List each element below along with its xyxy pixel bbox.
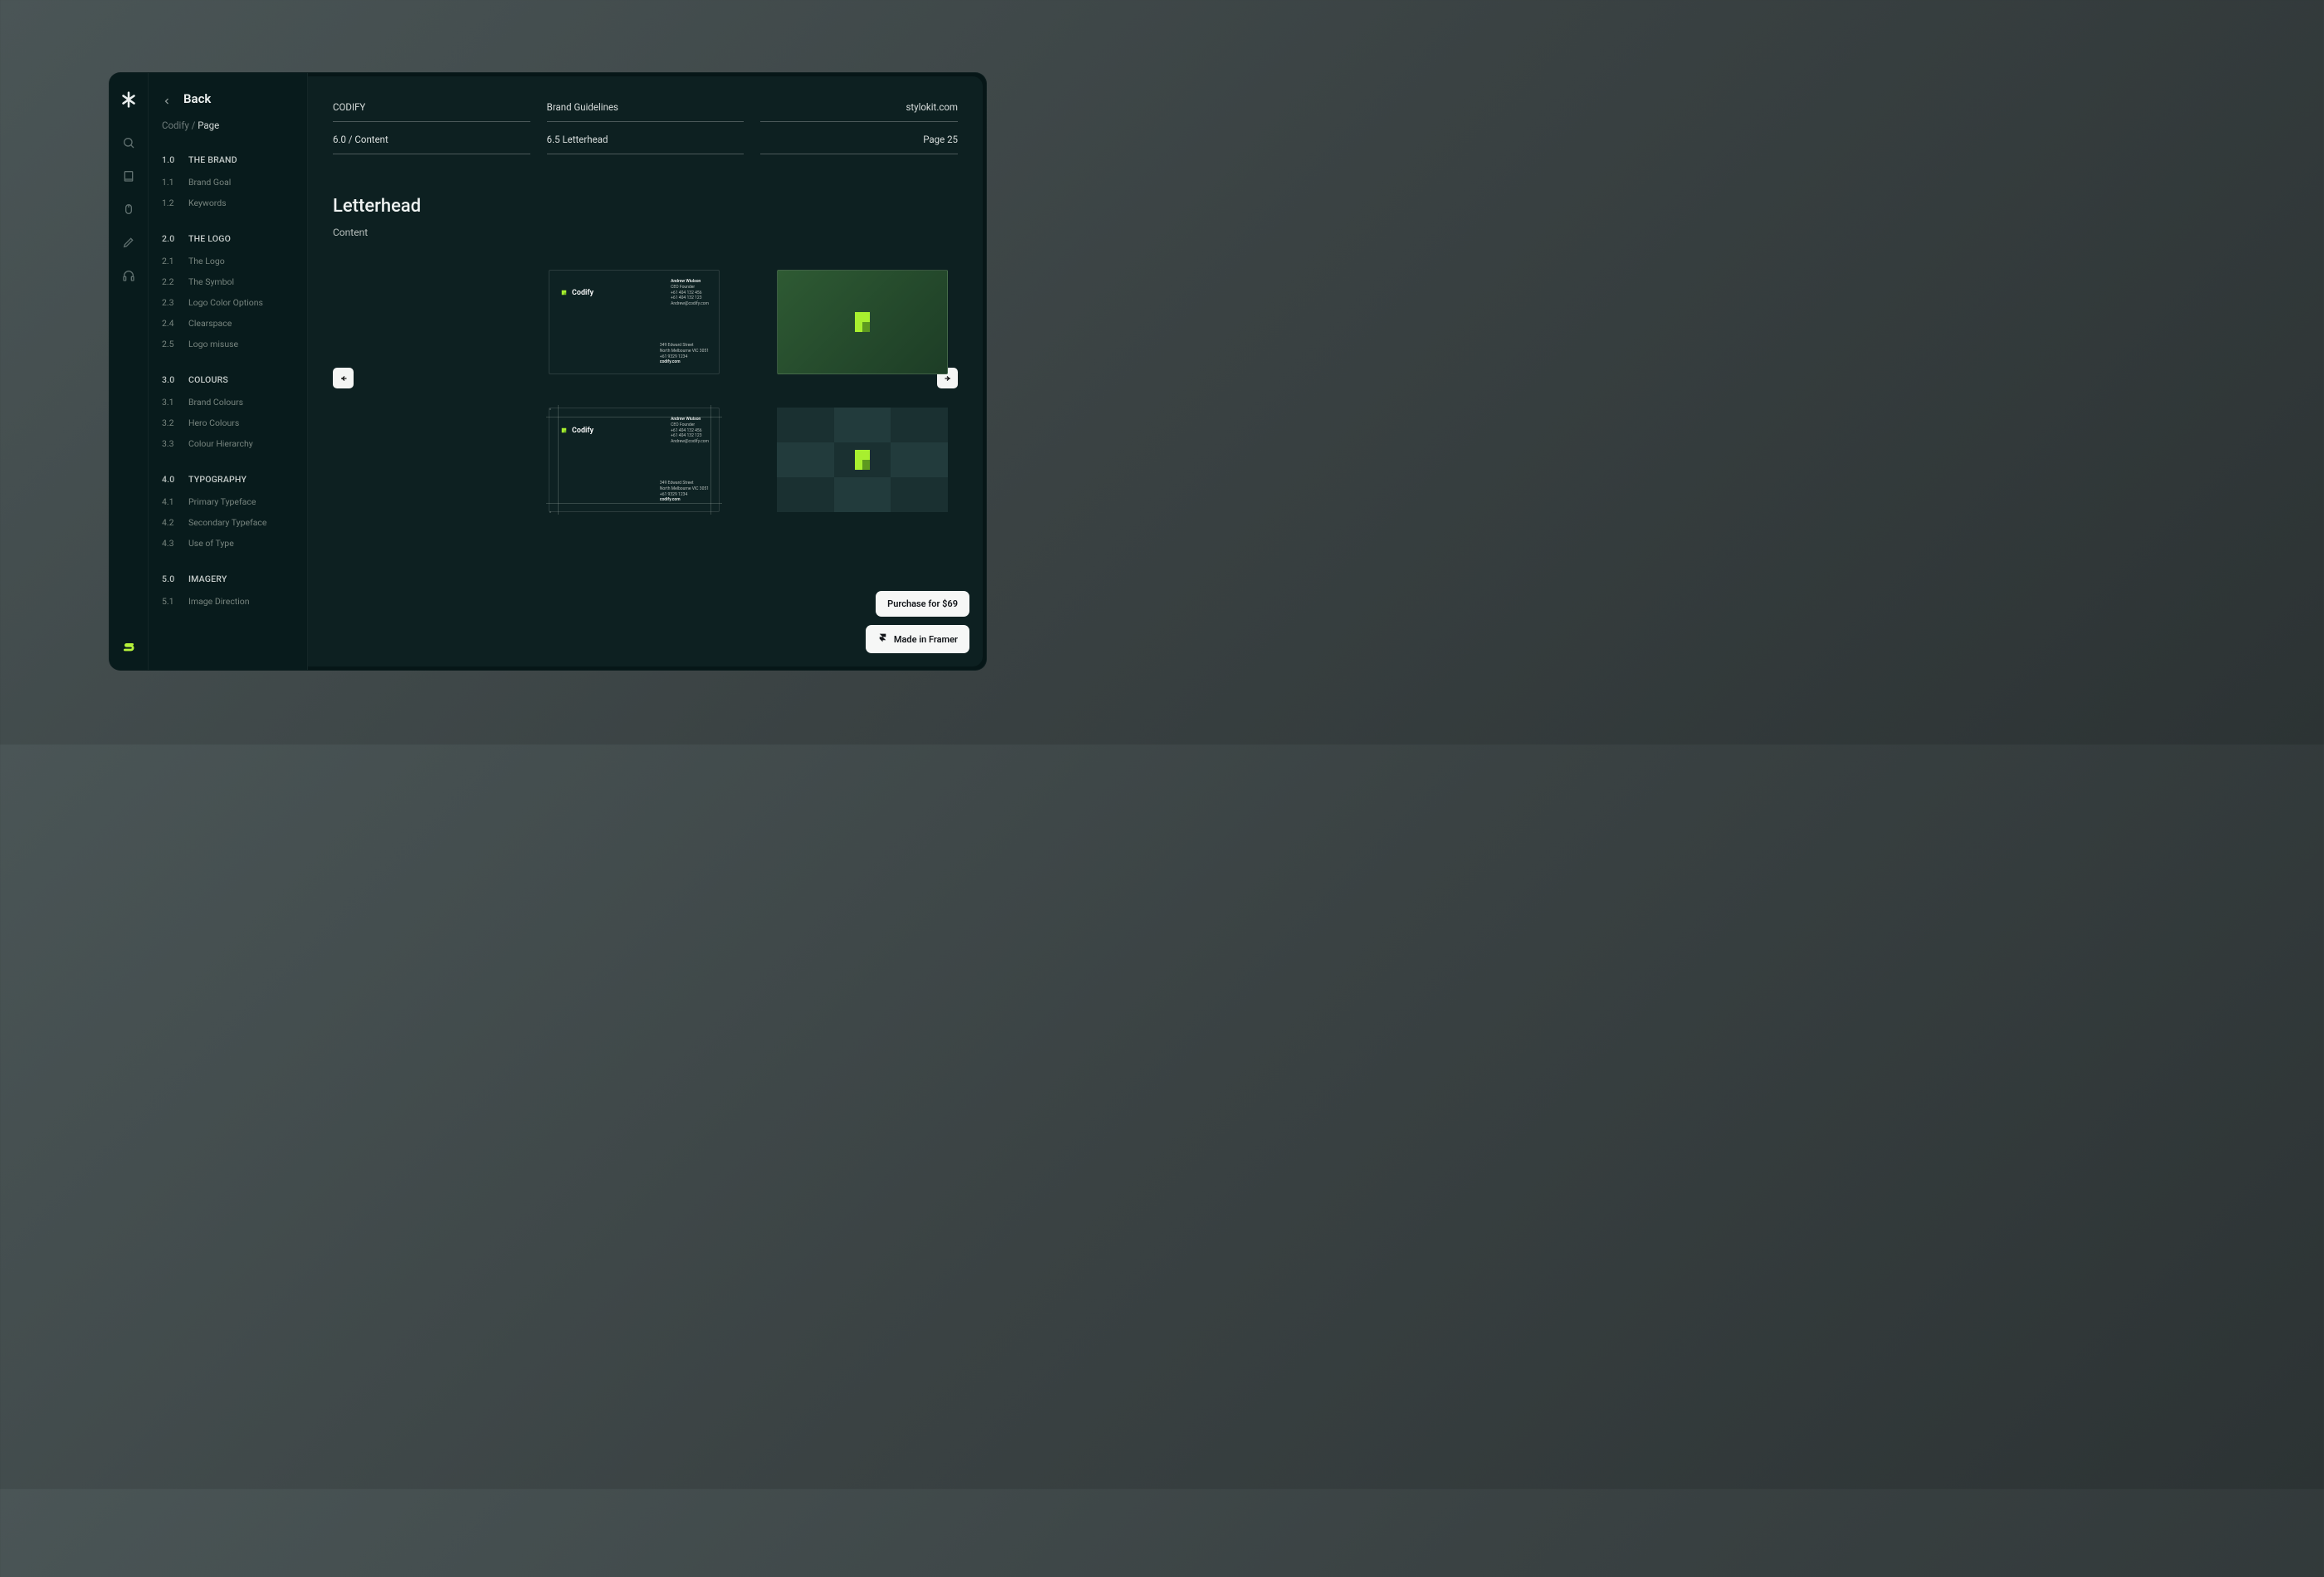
nav-item[interactable]: 3.1Brand Colours	[162, 397, 294, 408]
nav-item[interactable]: 2.3Logo Color Options	[162, 297, 294, 308]
header-subsection: 6.5 Letterhead	[547, 134, 745, 154]
card-brand: Codify	[559, 417, 593, 445]
nav-container: 1.0THE BRAND 1.1Brand Goal 1.2Keywords 2.0T…	[162, 154, 294, 632]
header-section: 6.0 / Content	[333, 134, 530, 154]
nav-item[interactable]: 3.3Colour Hierarchy	[162, 438, 294, 449]
nav-item[interactable]: 4.2Secondary Typeface	[162, 517, 294, 528]
card-brand: Codify	[559, 279, 593, 307]
breadcrumb-current: Page	[198, 120, 219, 131]
section-subtitle: Content	[333, 227, 958, 238]
nav-item[interactable]: 2.2The Symbol	[162, 276, 294, 287]
nav-item[interactable]: 3.2Hero Colours	[162, 417, 294, 428]
nav-item[interactable]: 5.1Image Direction	[162, 596, 294, 607]
nav-item[interactable]: 4.1Primary Typeface	[162, 496, 294, 507]
nav-item[interactable]: 2.1The Logo	[162, 256, 294, 266]
codify-mark-icon	[559, 426, 569, 435]
search-icon[interactable]	[122, 136, 135, 149]
prev-button[interactable]	[333, 368, 354, 388]
icon-rail	[110, 73, 149, 670]
asterisk-logo-icon	[120, 91, 137, 108]
nav-item[interactable]: 1.2Keywords	[162, 198, 294, 208]
breadcrumb: Codify / Page	[162, 120, 294, 131]
section-title: Letterhead	[333, 196, 958, 217]
header-page: Page 25	[760, 134, 958, 154]
card-contact: Andrew Wiulson CEO Founder +61 404 132 4…	[671, 279, 709, 307]
cards-area: Codify Andrew Wiulson CEO Founder +61 40…	[333, 261, 958, 552]
card-front-guides: Codify Andrew Wiulson CEO Founder +61 40…	[549, 408, 720, 512]
purchase-button[interactable]: Purchase for $69	[876, 591, 969, 617]
card-back-grid	[777, 408, 948, 512]
back-label: Back	[183, 91, 211, 106]
edit-icon[interactable]	[122, 236, 135, 249]
nav-section-head[interactable]: 1.0THE BRAND	[162, 154, 294, 165]
nav-section-head[interactable]: 2.0THE LOGO	[162, 233, 294, 244]
codify-mark-large-icon	[847, 307, 877, 337]
back-button[interactable]: Back	[162, 91, 294, 106]
framer-button[interactable]: Made in Framer	[866, 625, 969, 653]
header-brand: CODIFY	[333, 101, 530, 122]
header-title: Brand Guidelines	[547, 101, 745, 122]
headphones-icon[interactable]	[122, 269, 135, 282]
main-content: CODIFY Brand Guidelines stylokit.com 6.0…	[308, 76, 983, 666]
breadcrumb-root: Codify /	[162, 120, 198, 131]
card-back-green	[777, 270, 948, 374]
mouse-icon[interactable]	[122, 203, 135, 216]
sidebar: Back Codify / Page 1.0THE BRAND 1.1Brand …	[149, 73, 308, 670]
chevron-left-icon	[162, 94, 172, 104]
nav-section-head[interactable]: 5.0IMAGERY	[162, 574, 294, 584]
nav-section-head[interactable]: 3.0COLOURS	[162, 374, 294, 385]
nav-item[interactable]: 1.1Brand Goal	[162, 177, 294, 188]
nav-section-head[interactable]: 4.0TYPOGRAPHY	[162, 474, 294, 485]
card-front-dark: Codify Andrew Wiulson CEO Founder +61 40…	[549, 270, 720, 374]
nav-item[interactable]: 2.4Clearspace	[162, 318, 294, 329]
book-icon[interactable]	[122, 169, 135, 183]
s-logo-icon	[122, 642, 135, 655]
card-address: 349 Edward Street North Melbourne VIC 30…	[660, 343, 709, 365]
codify-mark-icon	[559, 288, 569, 297]
nav-item[interactable]: 2.5Logo misuse	[162, 339, 294, 349]
app-window: Back Codify / Page 1.0THE BRAND 1.1Brand …	[109, 72, 987, 671]
card-address: 349 Edward Street North Melbourne VIC 30…	[660, 481, 709, 503]
header-url: stylokit.com	[760, 101, 958, 122]
cta-buttons: Purchase for $69 Made in Framer	[866, 591, 969, 653]
codify-mark-large-icon	[847, 445, 877, 475]
card-contact: Andrew Wiulson CEO Founder +61 404 132 4…	[671, 417, 709, 445]
nav-item[interactable]: 4.3Use of Type	[162, 538, 294, 549]
framer-icon	[877, 632, 888, 646]
